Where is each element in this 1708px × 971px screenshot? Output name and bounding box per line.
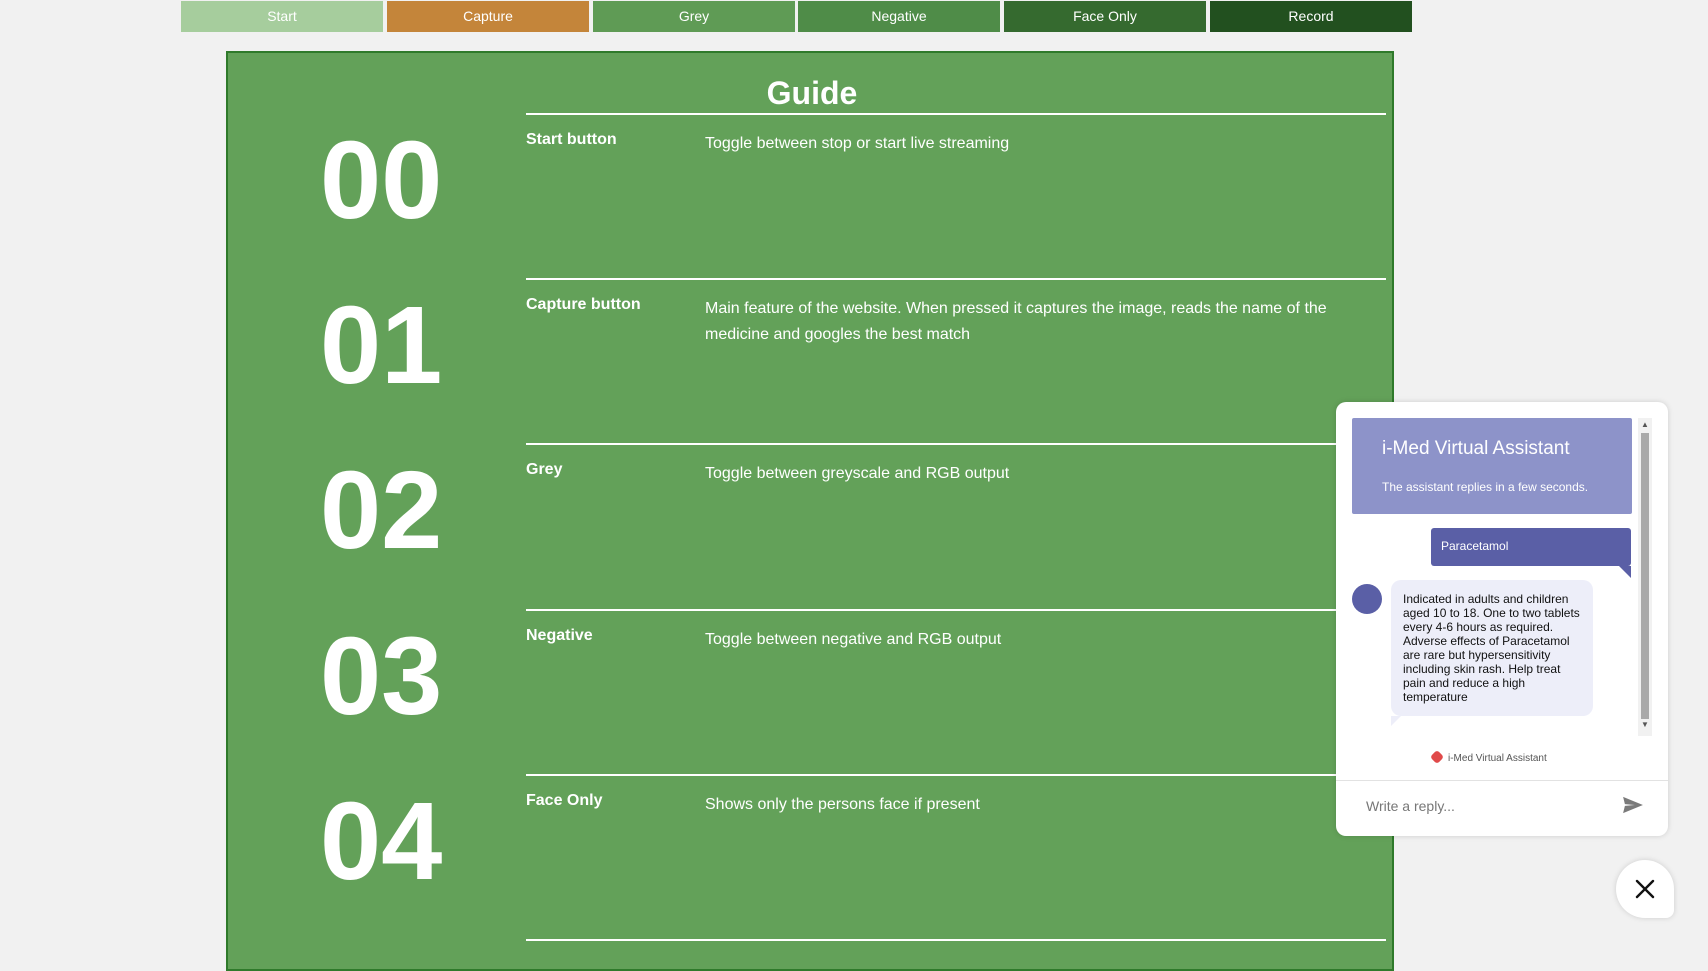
step-description: Shows only the persons face if present (705, 796, 980, 813)
negative-button[interactable]: Negative (798, 1, 1000, 32)
user-message: Paracetamol (1431, 528, 1631, 566)
step-title: Start button (526, 131, 617, 148)
powered-by[interactable]: i-Med Virtual Assistant (1429, 749, 1547, 765)
divider (526, 113, 1386, 115)
step-title: Capture button (526, 296, 641, 313)
capture-button[interactable]: Capture (387, 1, 589, 32)
chat-widget: i-Med Virtual Assistant The assistant re… (1336, 402, 1668, 836)
send-icon[interactable] (1622, 796, 1644, 814)
close-chat-button[interactable] (1616, 860, 1674, 918)
step-description: Toggle between stop or start live stream… (705, 135, 1010, 152)
bot-message: Indicated in adults and children aged 10… (1391, 580, 1593, 716)
close-icon (1635, 879, 1655, 899)
step-description: Toggle between greyscale and RGB output (705, 465, 1010, 482)
step-number: 04 (320, 780, 443, 903)
chat-header: i-Med Virtual Assistant The assistant re… (1352, 418, 1632, 514)
step-number: 01 (320, 284, 443, 407)
divider (1336, 780, 1668, 781)
record-button[interactable]: Record (1210, 1, 1412, 32)
bot-bubble-tail (1391, 716, 1401, 726)
pill-icon (1429, 749, 1445, 765)
top-toolbar: Start Capture Grey Negative Face Only Re… (181, 1, 1412, 33)
divider (526, 609, 1386, 611)
step-number: 00 (320, 119, 443, 242)
step-number: 03 (320, 615, 443, 738)
face-only-button[interactable]: Face Only (1004, 1, 1206, 32)
powered-by-text: i-Med Virtual Assistant (1448, 753, 1547, 764)
step-title: Grey (526, 461, 563, 478)
step-number: 02 (320, 449, 443, 572)
guide-title: Guide (766, 75, 858, 111)
chat-title: i-Med Virtual Assistant (1382, 438, 1570, 459)
divider (526, 939, 1386, 941)
scrollbar-thumb[interactable] (1641, 433, 1649, 719)
divider (526, 774, 1386, 776)
step-title: Negative (526, 627, 593, 644)
divider (526, 278, 1386, 280)
guide-panel: Guide 00 Start button Toggle between sto… (226, 51, 1394, 971)
start-button[interactable]: Start (181, 1, 383, 32)
bot-avatar (1352, 584, 1382, 614)
chat-subtitle: The assistant replies in a few seconds. (1382, 480, 1589, 494)
step-title: Face Only (526, 792, 603, 809)
scroll-down-arrow-icon[interactable]: ▼ (1641, 720, 1649, 730)
divider (526, 443, 1386, 445)
step-description: Main feature of the website. When presse… (705, 300, 1327, 343)
grey-button[interactable]: Grey (593, 1, 795, 32)
user-bubble-tail (1619, 566, 1631, 578)
scroll-up-arrow-icon[interactable]: ▲ (1641, 420, 1649, 430)
user-message-text: Paracetamol (1441, 539, 1509, 553)
step-description: Toggle between negative and RGB output (705, 631, 1002, 648)
reply-input[interactable] (1364, 792, 1598, 820)
